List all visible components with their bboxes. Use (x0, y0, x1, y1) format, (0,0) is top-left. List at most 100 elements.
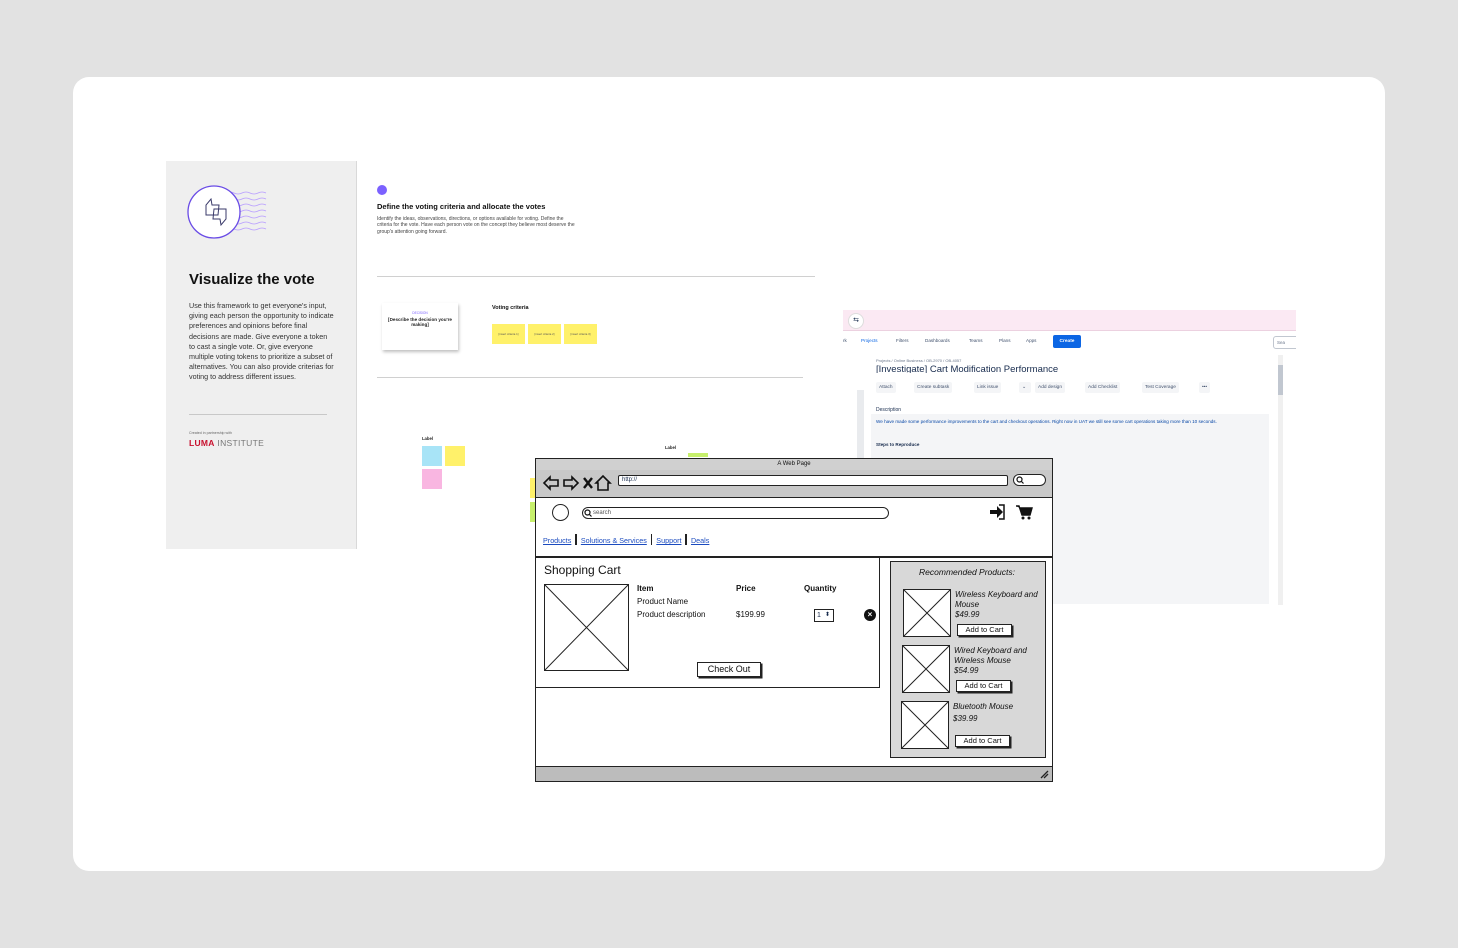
nav-item[interactable]: rk (843, 338, 847, 343)
sticky-note-yellow[interactable] (445, 446, 465, 466)
status-bar (536, 766, 1052, 781)
nav-link-support[interactable]: Support (656, 536, 681, 545)
nav-separator (650, 534, 653, 545)
browser-nav-icons (542, 474, 612, 491)
luma-title: Visualize the vote (189, 271, 315, 288)
more-icon[interactable]: ••• (1199, 382, 1211, 393)
credit-text: Created in partnership with (189, 431, 232, 435)
recommended-name: Wired Keyboard and Wireless Mouse (954, 646, 1027, 665)
forward-arrow-icon (563, 475, 580, 491)
search-icon (584, 509, 592, 517)
add-checklist-button[interactable]: Add Checklist (1085, 382, 1121, 393)
decision-card[interactable]: DECISION [Describe the decision you're m… (382, 303, 458, 350)
quantity-stepper[interactable]: 1 ⬍ (814, 609, 834, 622)
col-quantity: Quantity (804, 584, 837, 593)
recommended-price: $39.99 (953, 714, 978, 723)
nav-item-filters[interactable]: Filters (896, 338, 909, 343)
nav-item-projects[interactable]: Projects (861, 338, 878, 343)
product-image-placeholder (544, 584, 629, 671)
product-image-placeholder (903, 589, 951, 637)
recommended-price: $49.99 (955, 610, 980, 619)
sticky-note-pink[interactable] (422, 469, 442, 489)
logo-main: LUMA (189, 438, 215, 448)
search-input[interactable]: Sea (1273, 336, 1296, 349)
product-description: Product description (637, 610, 706, 619)
decision-value: [Describe the decision you're making] (388, 317, 452, 328)
resize-grip-icon[interactable] (1039, 769, 1049, 779)
description-text: We have made some performance improvemen… (876, 419, 1217, 424)
luma-description: Use this framework to get everyone's inp… (189, 301, 334, 382)
scrollbar-thumb[interactable] (1278, 365, 1283, 395)
test-coverage-button[interactable]: Test Coverage (1142, 382, 1179, 393)
cart-title: Shopping Cart (544, 563, 621, 577)
nav-item-dashboards[interactable]: Dashboards (925, 338, 950, 343)
search-input[interactable]: search (582, 507, 889, 519)
attach-button[interactable]: Attach (876, 382, 896, 393)
divider (377, 377, 803, 378)
group-label: Label (422, 436, 433, 441)
criteria-sticky[interactable]: [insert criteria 2] (528, 324, 561, 344)
checkout-button[interactable]: Check Out (697, 662, 761, 677)
criteria-sticky[interactable]: [insert criteria 3] (564, 324, 597, 344)
stepper-arrows-icon: ⬍ (825, 612, 831, 618)
go-button[interactable] (1013, 474, 1046, 486)
luma-logo: LUMA INSTITUTE (189, 438, 264, 448)
steps-label: Steps to Reproduce (876, 442, 920, 447)
thumbs-vote-icon (187, 185, 267, 239)
voting-criteria-label: Voting criteria (492, 305, 529, 311)
nav-item-plans[interactable]: Plans (999, 338, 1011, 343)
add-to-cart-button[interactable]: Add to Cart (956, 680, 1011, 692)
site-logo[interactable] (552, 504, 569, 521)
step-icon (377, 185, 387, 195)
divider (189, 414, 327, 415)
group-label: Label (665, 445, 676, 450)
create-subtask-button[interactable]: Create subtask (914, 382, 953, 393)
step-description: Identify the ideas, observations, direct… (377, 216, 575, 235)
add-to-cart-button[interactable]: Add to Cart (957, 624, 1012, 636)
divider (377, 276, 815, 277)
stop-icon (583, 477, 593, 489)
recommended-title: Recommended Products: (919, 567, 1015, 577)
recommended-price: $54.99 (954, 666, 979, 675)
nav-link-deals[interactable]: Deals (691, 536, 709, 545)
product-image-placeholder (901, 701, 949, 749)
jira-top-bar (843, 310, 1296, 331)
wireframe-window: A Web Page http:// search Products Soluti… (535, 458, 1053, 782)
sticky-note-green[interactable] (688, 453, 708, 457)
product-name: Product Name (637, 597, 689, 606)
nav-item-apps[interactable]: Apps (1026, 338, 1036, 343)
remove-icon[interactable]: × (864, 609, 876, 621)
nav-link-solutions[interactable]: Solutions & Services (581, 536, 647, 545)
site-nav: Products Solutions & Services Support Deals (543, 534, 709, 545)
nav-separator (575, 534, 577, 545)
col-item: Item (637, 584, 654, 593)
cart-icon[interactable] (1015, 504, 1033, 520)
nav-item-teams[interactable]: Teams (969, 338, 983, 343)
logo-sub: INSTITUTE (217, 438, 265, 448)
add-design-button[interactable]: Add design (1035, 382, 1066, 393)
product-image-placeholder (902, 645, 950, 693)
add-to-cart-button[interactable]: Add to Cart (955, 735, 1010, 747)
criteria-sticky[interactable]: [insert criteria 1] (492, 324, 525, 344)
sign-in-icon[interactable] (988, 504, 1006, 520)
chevron-down-icon[interactable]: ⌄ (1019, 382, 1031, 393)
recommended-name: Bluetooth Mouse (953, 702, 1014, 711)
url-field[interactable]: http:// (618, 475, 1008, 486)
search-icon (1016, 476, 1024, 484)
quantity-value: 1 (817, 612, 821, 619)
create-button[interactable]: Create (1053, 335, 1081, 348)
nav-link-products[interactable]: Products (543, 536, 571, 545)
decision-key: DECISION (412, 311, 428, 315)
product-price: $199.99 (736, 610, 765, 619)
issue-title: [Investigate] Cart Modification Performa… (876, 364, 1059, 373)
col-price: Price (736, 584, 756, 593)
step-title: Define the voting criteria and allocate … (377, 202, 546, 211)
home-icon (594, 474, 612, 491)
recommended-name: Wireless Keyboard and Mouse (955, 590, 1038, 609)
back-arrow-icon (542, 475, 559, 491)
sticky-note-blue[interactable] (422, 446, 442, 466)
link-issue-button[interactable]: Link issue (974, 382, 1002, 393)
nav-separator (685, 534, 687, 545)
app-switcher-icon[interactable]: ⇆ (848, 313, 864, 329)
description-label: Description (876, 407, 902, 413)
